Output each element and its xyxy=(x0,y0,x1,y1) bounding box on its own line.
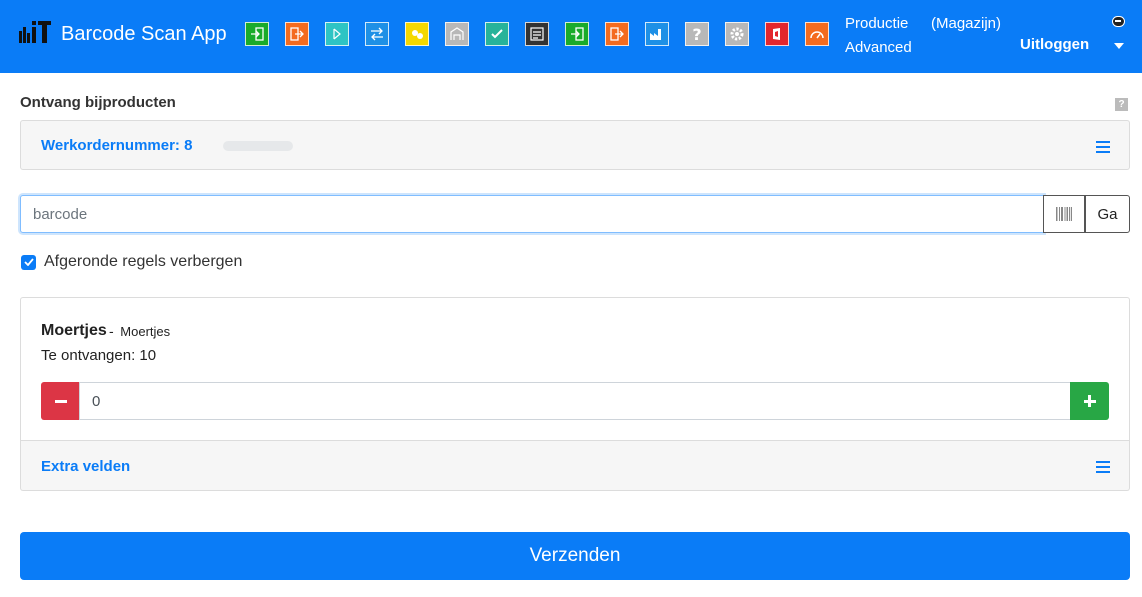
minus-icon xyxy=(54,399,67,403)
issue-icon[interactable] xyxy=(285,22,309,46)
brand[interactable]: Barcode Scan App xyxy=(19,21,227,48)
warehouse-icon[interactable] xyxy=(445,22,469,46)
decrease-quantity-button[interactable] xyxy=(41,382,80,420)
hide-completed-option[interactable]: Afgeronde regels verbergen xyxy=(21,253,242,271)
product-separator: - xyxy=(109,323,114,339)
check-icon[interactable] xyxy=(485,22,509,46)
quantity-input[interactable] xyxy=(79,382,1071,420)
product-line-card: Moertjes - Moertjes Te ontvangen: 10 xyxy=(20,297,1130,441)
work-order-header[interactable]: Werkordernummer: 8 xyxy=(20,120,1130,170)
extra-fields-header[interactable]: Extra velden xyxy=(20,441,1130,491)
work-order-number: Werkordernummer: 8 xyxy=(41,137,193,154)
chevron-down-icon[interactable] xyxy=(1114,43,1124,49)
extra-fields-menu-icon[interactable] xyxy=(1096,461,1110,473)
extra-fields-label: Extra velden xyxy=(41,458,131,475)
barcode-scan-button[interactable] xyxy=(1043,195,1085,233)
menu-icon[interactable] xyxy=(1096,141,1110,153)
user-info: Productie Advanced (Magazijn) xyxy=(845,12,1001,60)
user-role-line2: Advanced xyxy=(845,39,912,56)
barcode-icon xyxy=(1056,207,1072,221)
go-button[interactable]: Ga xyxy=(1085,195,1130,233)
checkmark-icon xyxy=(23,258,34,266)
user-role-line1: Productie xyxy=(845,15,909,32)
toolbar: ? xyxy=(245,22,845,46)
hide-completed-checkbox[interactable] xyxy=(21,254,36,270)
increase-quantity-button[interactable] xyxy=(1070,382,1109,420)
app-title: Barcode Scan App xyxy=(61,23,227,45)
count-icon[interactable] xyxy=(405,22,429,46)
warehouse-label: (Magazijn) xyxy=(931,15,1002,32)
pick-icon[interactable] xyxy=(325,22,349,46)
hide-completed-label: Afgeronde regels verbergen xyxy=(44,253,243,270)
factory-icon[interactable] xyxy=(645,22,669,46)
app-logo-icon xyxy=(19,21,53,48)
logout-link[interactable]: Uitloggen xyxy=(1020,36,1089,53)
product-name: Moertjes xyxy=(41,322,107,339)
production-issue-icon[interactable] xyxy=(605,22,629,46)
help-icon[interactable]: ? xyxy=(685,22,709,46)
receive-icon[interactable] xyxy=(245,22,269,46)
page-help-icon[interactable]: ? xyxy=(1115,98,1128,111)
gauge-icon[interactable] xyxy=(805,22,829,46)
list-icon[interactable] xyxy=(525,22,549,46)
help-glyph: ? xyxy=(692,24,702,44)
settings-icon[interactable] xyxy=(725,22,749,46)
work-order-progress-bar xyxy=(223,141,293,151)
top-navbar: Barcode Scan App ? Productie Advanced (M… xyxy=(0,0,1142,73)
office-icon[interactable] xyxy=(765,22,789,46)
product-description: - Moertjes xyxy=(109,323,170,339)
toggle-icon[interactable] xyxy=(1112,16,1125,27)
transfer-icon[interactable] xyxy=(365,22,389,46)
submit-button[interactable]: Verzenden xyxy=(20,532,1130,580)
product-description-text: Moertjes xyxy=(120,324,171,339)
production-receive-icon[interactable] xyxy=(565,22,589,46)
quantity-to-receive: Te ontvangen: 10 xyxy=(41,347,157,364)
barcode-input[interactable] xyxy=(20,195,1044,233)
page-title: Ontvang bijproducten xyxy=(20,94,176,111)
